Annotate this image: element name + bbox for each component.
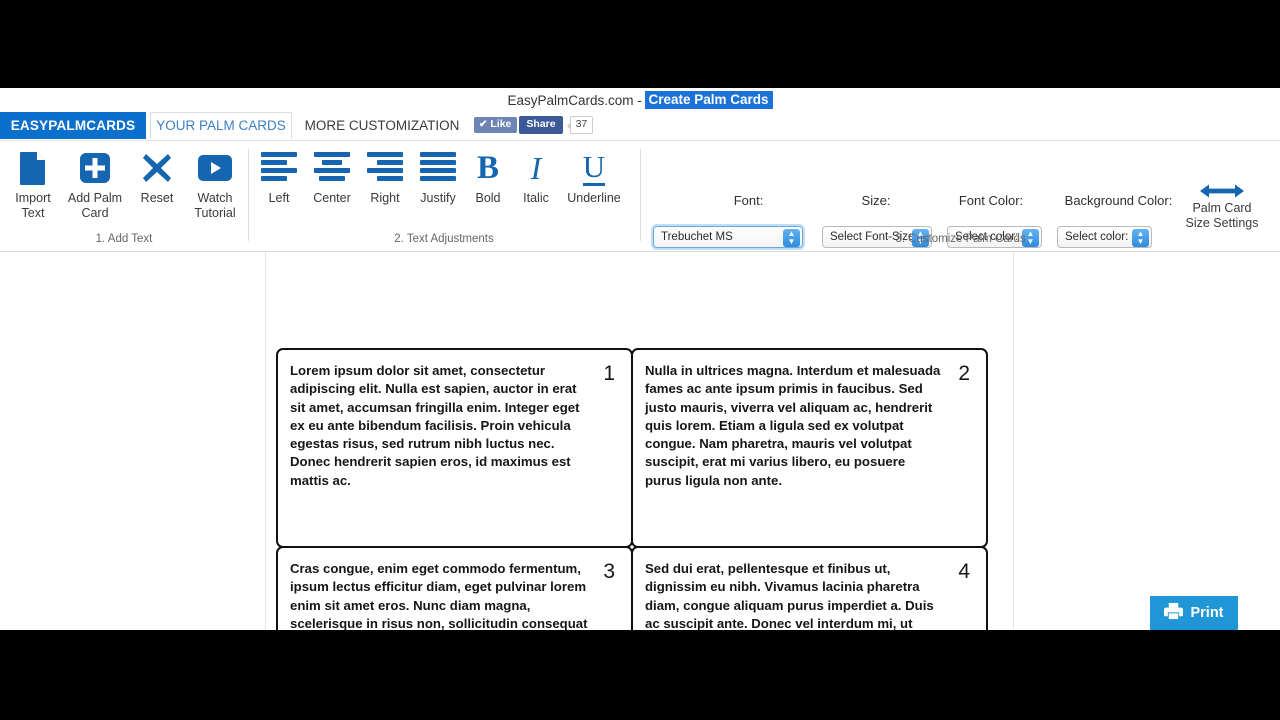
align-center-label: Center — [313, 191, 351, 205]
font-color-label: Font Color: — [958, 193, 1024, 208]
ribbon-group-customize: Font: Size: Font Color: Background Color… — [641, 141, 1280, 252]
facebook-social-widget: ✔ Like Share 37 — [474, 116, 594, 134]
group-label-add-text: 1. Add Text — [95, 233, 153, 245]
align-justify-icon — [420, 147, 456, 189]
watch-tutorial-button[interactable]: Watch Tutorial — [182, 147, 248, 221]
palm-card[interactable]: Lorem ipsum dolor sit amet, consectetur … — [276, 348, 633, 548]
page-title-strip: EasyPalmCards.com - Create Palm Cards — [0, 88, 1280, 112]
reset-label: Reset — [140, 191, 174, 205]
palm-card-number: 2 — [958, 362, 970, 385]
bold-label: Bold — [475, 191, 501, 205]
align-right-button[interactable]: Right — [355, 147, 415, 206]
align-right-label: Right — [370, 191, 400, 205]
plus-square-icon — [79, 147, 111, 189]
palm-card[interactable]: Sed dui erat, pellentesque et finibus ut… — [631, 546, 988, 630]
card-row-1: Lorem ipsum dolor sit amet, consectetur … — [276, 348, 992, 548]
align-justify-label: Justify — [420, 191, 456, 205]
font-label: Font: — [733, 193, 764, 208]
brand-logo[interactable]: EASYPALMCARDS — [0, 112, 146, 139]
underline-button[interactable]: U Underline — [555, 147, 633, 206]
watch-tutorial-label: Watch Tutorial — [194, 191, 236, 220]
facebook-like-button[interactable]: ✔ Like — [474, 117, 518, 133]
reset-button[interactable]: Reset — [124, 147, 190, 206]
import-text-button[interactable]: Import Text — [0, 147, 66, 221]
document-icon — [19, 147, 47, 189]
play-icon — [197, 147, 233, 189]
italic-label: Italic — [523, 191, 549, 205]
align-center-button[interactable]: Center — [302, 147, 362, 206]
palm-card-size-settings-button[interactable]: Palm Card Size Settings — [1176, 183, 1268, 231]
card-workspace: Lorem ipsum dolor sit amet, consectetur … — [0, 252, 1280, 630]
printer-icon — [1164, 602, 1184, 624]
group-label-customize: 3. Customize Palm Cards — [895, 233, 1026, 245]
add-palm-card-button[interactable]: Add Palm Card — [62, 147, 128, 221]
underline-icon: U — [582, 148, 606, 186]
page-title-selected-text: Create Palm Cards — [645, 91, 773, 109]
screen: EasyPalmCards.com - Create Palm Cards EA… — [0, 0, 1280, 720]
print-label: Print — [1190, 605, 1224, 621]
palm-cards-grid: Lorem ipsum dolor sit amet, consectetur … — [276, 348, 992, 630]
palm-card-text[interactable]: Sed dui erat, pellentesque et finibus ut… — [645, 560, 943, 630]
workspace-right-rule — [1013, 252, 1014, 630]
facebook-like-count: 37 — [566, 116, 594, 134]
ribbon-group-text-adjustments: Left Center Right Justify B Bold I Itali… — [249, 141, 639, 252]
size-label: Size: — [861, 193, 891, 208]
palm-card[interactable]: Cras congue, enim eget commodo fermentum… — [276, 546, 633, 630]
palm-card-number: 4 — [958, 560, 970, 583]
italic-icon: I — [530, 150, 542, 186]
card-row-2: Cras congue, enim eget commodo fermentum… — [276, 546, 992, 630]
import-text-label: Import Text — [15, 191, 51, 220]
nav-tab-your-palm-cards[interactable]: YOUR PALM CARDS — [150, 112, 292, 139]
palm-card-text[interactable]: Cras congue, enim eget commodo fermentum… — [290, 560, 588, 630]
main-navbar: EASYPALMCARDS YOUR PALM CARDS MORE CUSTO… — [0, 112, 1280, 141]
palm-card-text[interactable]: Nulla in ultrices magna. Interdum et mal… — [645, 362, 943, 490]
palm-card[interactable]: Nulla in ultrices magna. Interdum et mal… — [631, 348, 988, 548]
print-button[interactable]: Print — [1150, 596, 1238, 630]
palm-card-number: 3 — [603, 560, 615, 583]
align-left-icon — [261, 147, 297, 189]
underline-label: Underline — [567, 191, 621, 205]
resize-horizontal-icon — [1200, 183, 1244, 204]
align-center-icon — [314, 147, 350, 189]
ribbon-group-add-text: Import Text Add Palm Card Reset Watch Tu… — [0, 141, 248, 252]
group-label-text-adjustments: 2. Text Adjustments — [394, 233, 494, 245]
browser-viewport: EasyPalmCards.com - Create Palm Cards EA… — [0, 88, 1280, 630]
align-left-button[interactable]: Left — [249, 147, 309, 206]
palm-card-number: 1 — [603, 362, 615, 385]
align-right-icon — [367, 147, 403, 189]
x-icon — [142, 147, 172, 189]
nav-tab-more-customization[interactable]: MORE CUSTOMIZATION — [298, 112, 466, 139]
facebook-like-label: Like — [490, 118, 512, 131]
ribbon-toolbar: Import Text Add Palm Card Reset Watch Tu… — [0, 141, 1280, 252]
bold-icon: B — [476, 149, 499, 186]
align-left-label: Left — [268, 191, 290, 205]
add-palm-card-label: Add Palm Card — [67, 191, 123, 220]
facebook-share-button[interactable]: Share — [519, 116, 563, 134]
palm-card-size-settings-label: Palm Card Size Settings — [1185, 201, 1259, 230]
workspace-left-rule — [265, 252, 266, 630]
page-title-plain: EasyPalmCards.com - — [507, 92, 646, 108]
palm-card-text[interactable]: Lorem ipsum dolor sit amet, consectetur … — [290, 362, 588, 490]
check-icon: ✔ — [479, 118, 488, 130]
